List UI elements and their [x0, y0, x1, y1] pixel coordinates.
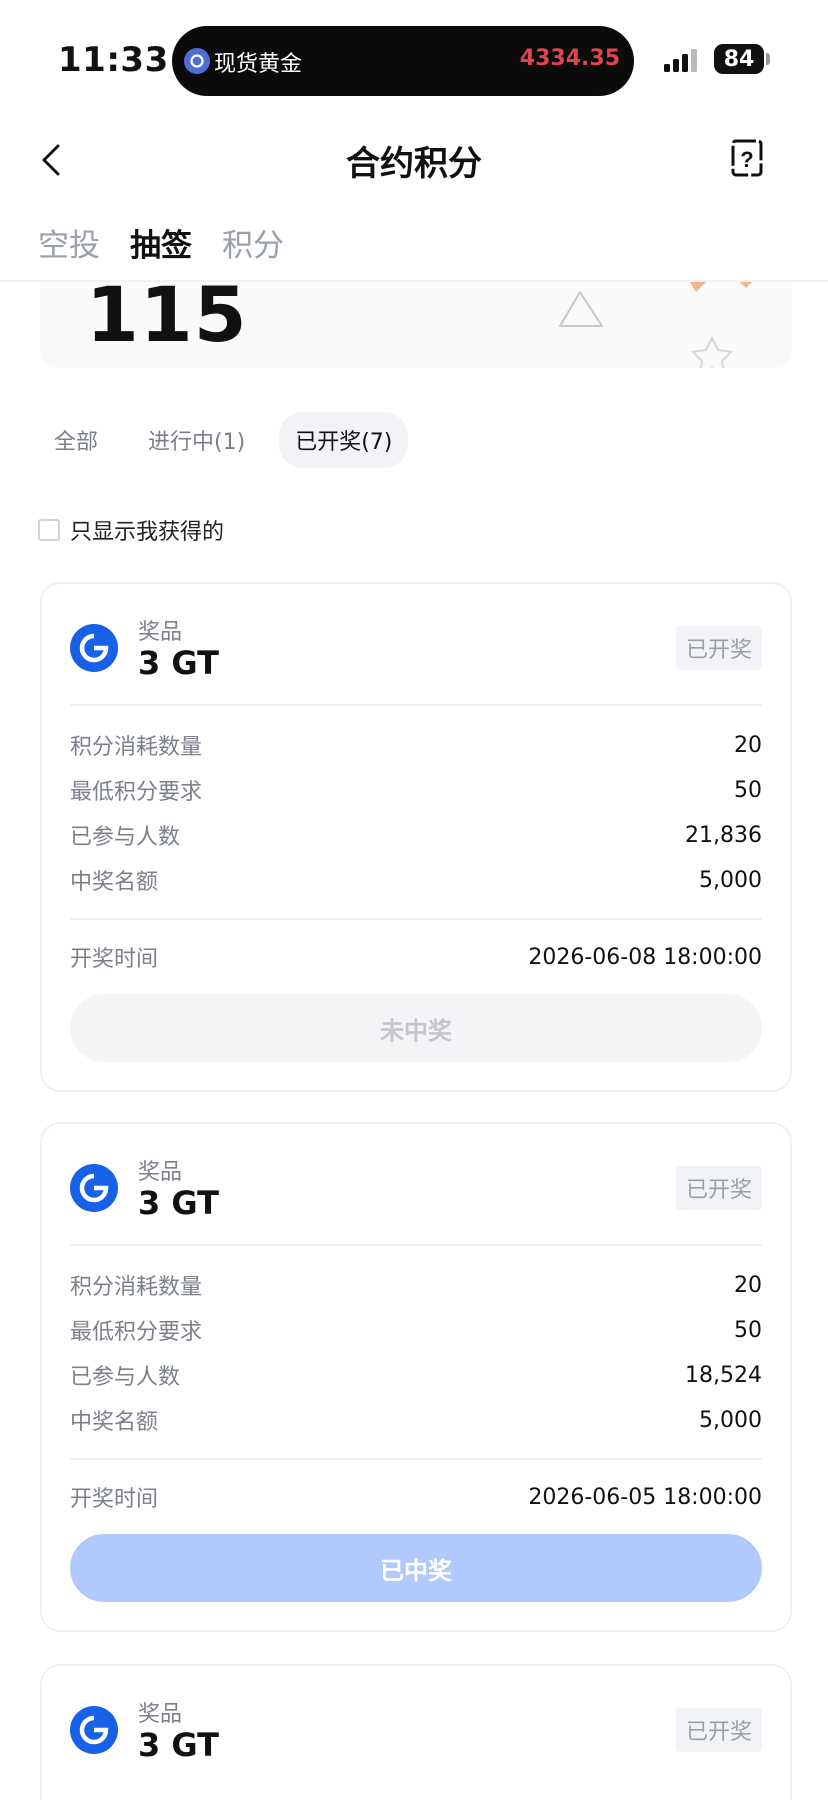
decorative-shapes-icon	[559, 282, 752, 368]
tab-airdrop[interactable]: 空投	[38, 220, 100, 265]
row-value: 18,524	[685, 1362, 762, 1388]
only-mine-checkbox[interactable]	[38, 519, 60, 541]
card-divider	[70, 918, 762, 920]
row-value: 2026-06-08 18:00:00	[528, 944, 762, 970]
gt-logo-icon	[70, 1706, 118, 1754]
prize-value: 3 GT	[138, 1184, 219, 1222]
lottery-card: 奖品 3 GT 已开奖 积分消耗数量 20 最低积分要求 50 已参与人数 18…	[40, 1122, 792, 1632]
prize-value: 3 GT	[138, 1726, 219, 1764]
row-label: 最低积分要求	[70, 780, 203, 805]
row-value: 50	[734, 777, 762, 803]
prize-value: 3 GT	[138, 644, 219, 682]
status-badge: 已开奖	[675, 1708, 762, 1752]
svg-text:?: ?	[740, 147, 753, 172]
points-cost-row: 积分消耗数量 20	[70, 1270, 762, 1301]
row-label: 最低积分要求	[70, 1320, 203, 1345]
prize-label: 奖品	[138, 620, 183, 645]
island-price: 4334.35	[519, 46, 620, 71]
min-points-row: 最低积分要求 50	[70, 775, 762, 806]
dynamic-island[interactable]: 现货黄金 4334.35	[172, 26, 634, 96]
points-banner: 115	[40, 282, 792, 368]
result-button-not-won[interactable]: 未中奖	[70, 994, 762, 1062]
row-value: 20	[734, 732, 762, 758]
status-bar: 11:33 现货黄金 4334.35 84	[0, 0, 828, 112]
row-label: 中奖名额	[70, 870, 159, 895]
row-label: 开奖时间	[70, 947, 159, 972]
participants-row: 已参与人数 18,524	[70, 1360, 762, 1391]
battery-tip	[766, 53, 770, 65]
card-divider	[70, 1244, 762, 1246]
lottery-card: 奖品 3 GT 已开奖 积分消耗数量 20 最低积分要求 50 已参与人数 21…	[40, 582, 792, 1092]
filter-in-progress[interactable]: 进行中(1)	[132, 412, 261, 468]
page-title: 合约积分	[346, 144, 482, 184]
filter-drawn[interactable]: 已开奖(7)	[279, 412, 409, 468]
draw-time-row: 开奖时间 2026-06-05 18:00:00	[70, 1482, 762, 1513]
row-label: 积分消耗数量	[70, 735, 203, 760]
signal-icon	[664, 48, 704, 74]
island-label: 现货黄金	[214, 52, 303, 77]
participants-row: 已参与人数 21,836	[70, 820, 762, 851]
points-cost-row: 积分消耗数量 20	[70, 730, 762, 761]
card-divider	[70, 704, 762, 706]
clock: 11:33	[58, 40, 169, 80]
battery-icon: 84	[714, 44, 764, 74]
prize-label: 奖品	[138, 1160, 183, 1185]
row-label: 已参与人数	[70, 1365, 181, 1390]
row-value: 21,836	[685, 822, 762, 848]
gold-app-icon	[184, 48, 210, 74]
page: 11:33 现货黄金 4334.35 84 合约积分 ? 空投 抽签 积分 11…	[0, 0, 828, 1800]
only-mine-row[interactable]: 只显示我获得的	[38, 514, 224, 546]
row-label: 开奖时间	[70, 1487, 159, 1512]
row-value: 20	[734, 1272, 762, 1298]
row-label: 积分消耗数量	[70, 1275, 203, 1300]
help-button[interactable]: ?	[728, 138, 768, 178]
tab-lottery[interactable]: 抽签	[130, 220, 192, 265]
tab-points[interactable]: 积分	[222, 220, 284, 265]
status-badge: 已开奖	[675, 1166, 762, 1210]
result-button-won[interactable]: 已中奖	[70, 1534, 762, 1602]
winners-quota-row: 中奖名额 5,000	[70, 865, 762, 896]
filter-bar: 全部 进行中(1) 已开奖(7)	[38, 412, 409, 468]
prize-label: 奖品	[138, 1702, 183, 1727]
row-label: 中奖名额	[70, 1410, 159, 1435]
tab-bar: 空投 抽签 积分	[38, 220, 284, 265]
only-mine-label: 只显示我获得的	[70, 520, 225, 545]
winners-quota-row: 中奖名额 5,000	[70, 1405, 762, 1436]
gt-logo-icon	[70, 624, 118, 672]
gt-logo-icon	[70, 1164, 118, 1212]
row-value: 5,000	[699, 867, 762, 893]
draw-time-row: 开奖时间 2026-06-08 18:00:00	[70, 942, 762, 973]
min-points-row: 最低积分要求 50	[70, 1315, 762, 1346]
help-icon: ?	[731, 139, 763, 177]
row-value: 2026-06-05 18:00:00	[528, 1484, 762, 1510]
row-value: 50	[734, 1317, 762, 1343]
row-label: 已参与人数	[70, 825, 181, 850]
filter-all[interactable]: 全部	[38, 412, 114, 468]
status-badge: 已开奖	[675, 626, 762, 670]
row-value: 5,000	[699, 1407, 762, 1433]
lottery-card: 奖品 3 GT 已开奖	[40, 1664, 792, 1800]
card-divider	[70, 1458, 762, 1460]
